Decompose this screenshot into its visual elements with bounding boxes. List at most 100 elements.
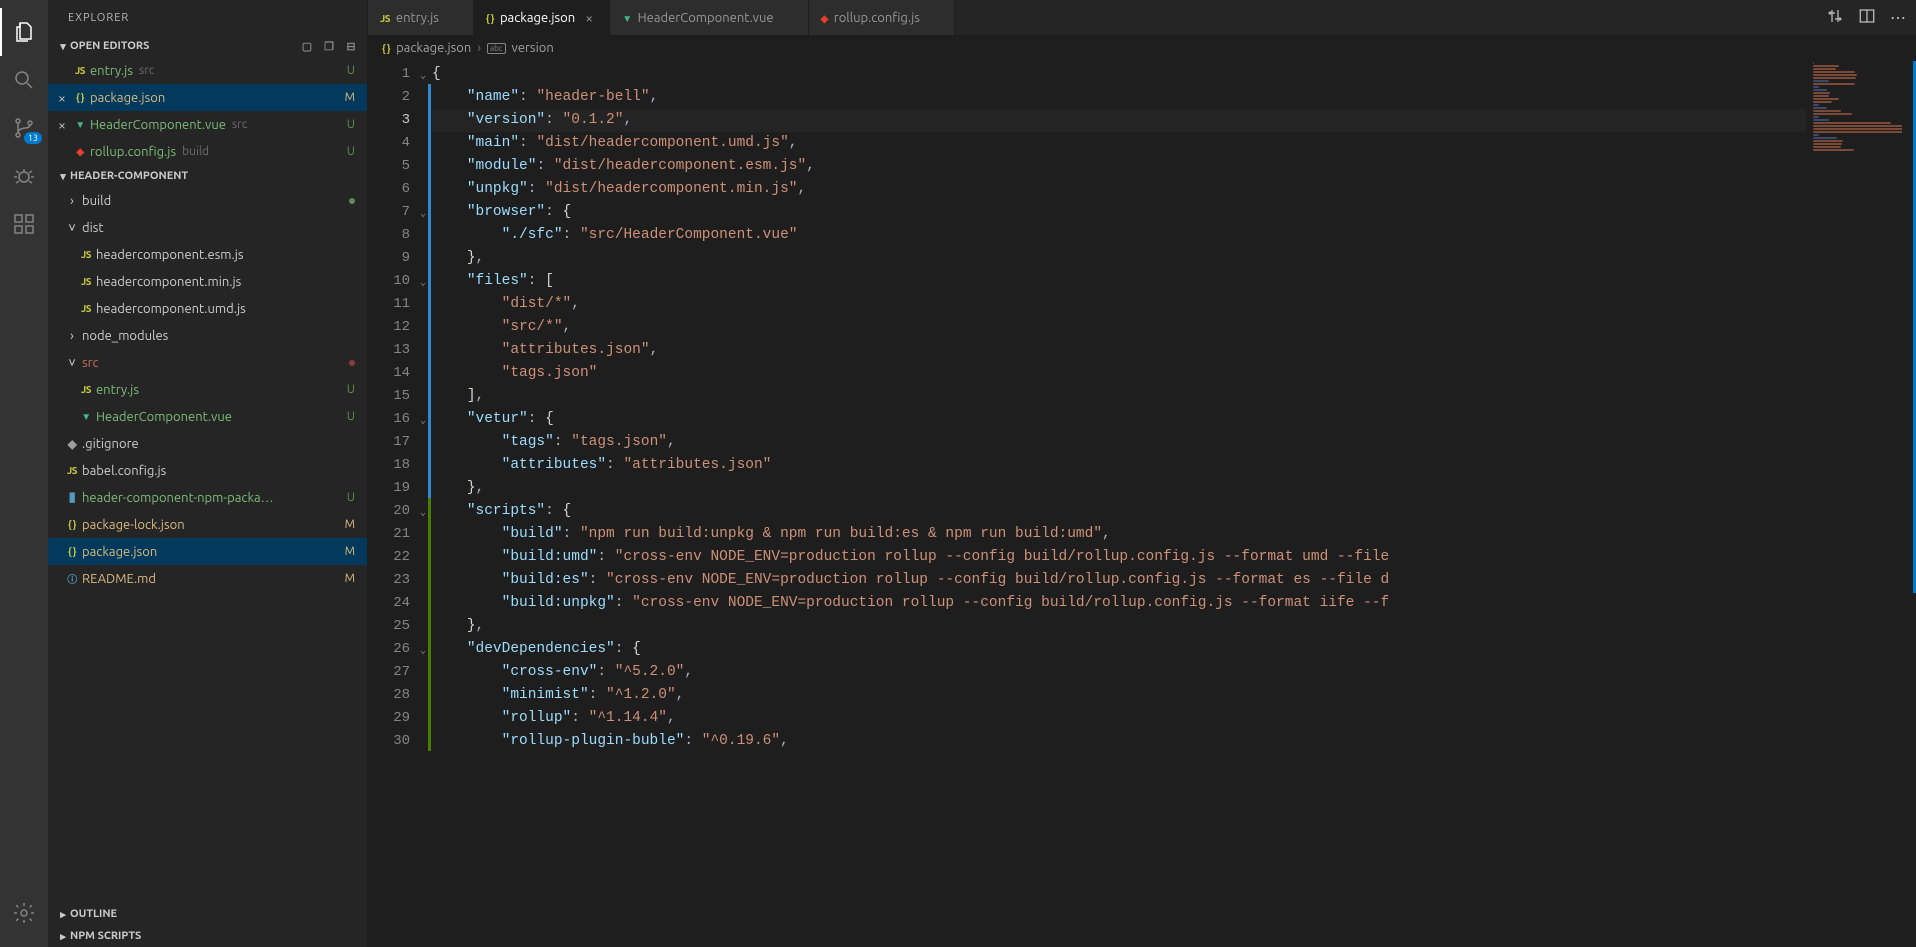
code-line[interactable]: "files": [ [432,270,1806,293]
file-item[interactable]: JSentry.jsU [48,376,367,403]
editor-tab[interactable]: JSentry.js [368,0,474,35]
git-status: U [347,383,355,396]
code-line[interactable]: "vetur": { [432,408,1806,431]
code-line[interactable]: }, [432,477,1806,500]
vertical-scrollbar[interactable] [1902,61,1916,947]
section-outline[interactable]: ▸ OUTLINE [48,903,367,925]
folder-item[interactable]: ›node_modules [48,322,367,349]
code-line[interactable]: "minimist": "^1.2.0", [432,684,1806,707]
code-line[interactable]: { [432,63,1806,86]
code-line[interactable]: "tags.json" [432,362,1806,385]
string-symbol-icon: abc [487,43,506,54]
extensions-icon [12,212,36,236]
file-icon: ▮ [62,490,82,505]
file-item[interactable]: ⓘREADME.mdM [48,565,367,592]
code-line[interactable]: "build:umd": "cross-env NODE_ENV=product… [432,546,1806,569]
file-item[interactable]: ▮header-component-npm-packa…U [48,484,367,511]
close-editor-icon[interactable]: × [54,117,70,133]
file-item[interactable]: ▼HeaderComponent.vueU [48,403,367,430]
section-open-editors[interactable]: ▾ OPEN EDITORS ▢ ❐ ⊟ [48,35,367,57]
code-line[interactable]: "./sfc": "src/HeaderComponent.vue" [432,224,1806,247]
fold-icon[interactable]: ⌄ [420,272,426,295]
code-line[interactable]: "cross-env": "^5.2.0", [432,661,1806,684]
code-content[interactable]: { "name": "header-bell", "version": "0.1… [432,61,1806,947]
code-line[interactable]: "devDependencies": { [432,638,1806,661]
breadcrumb[interactable]: { } package.json › abc version [368,35,1916,61]
git-status: U [347,118,355,131]
file-item[interactable]: JSheadercomponent.umd.js [48,295,367,322]
open-editor-item[interactable]: ×▼HeaderComponent.vuesrcU [48,111,367,138]
activity-extensions[interactable] [0,200,48,248]
minimap[interactable] [1806,61,1902,947]
code-line[interactable]: "browser": { [432,201,1806,224]
activity-scm[interactable]: 13 [0,104,48,152]
fold-icon[interactable]: ⌄ [420,65,426,88]
chevron-down-icon: ▾ [56,170,70,183]
file-item[interactable]: JSbabel.config.js [48,457,367,484]
code-line[interactable]: "build": "npm run build:unpkg & npm run … [432,523,1806,546]
gear-icon [12,901,36,925]
fold-icon[interactable]: ⌄ [420,203,426,226]
code-line[interactable]: "build:es": "cross-env NODE_ENV=producti… [432,569,1806,592]
code-line[interactable]: ], [432,385,1806,408]
file-label: header-component-npm-packa… [82,491,274,505]
file-label: dist [82,221,104,235]
fold-icon[interactable]: ⌄ [420,502,426,525]
save-all-icon[interactable]: ❐ [321,38,337,54]
close-tab-icon[interactable]: × [581,10,597,26]
compare-changes-icon[interactable] [1826,7,1844,28]
close-all-icon[interactable]: ⊟ [343,38,359,54]
new-untitled-icon[interactable]: ▢ [299,38,315,54]
file-item[interactable]: ◆.gitignore [48,430,367,457]
code-line[interactable]: "attributes.json", [432,339,1806,362]
code-line[interactable]: }, [432,247,1806,270]
code-line[interactable]: "name": "header-bell", [432,86,1806,109]
fold-icon[interactable]: ⌄ [420,640,426,663]
section-npm-scripts[interactable]: ▸ NPM SCRIPTS [48,925,367,947]
editor-tab[interactable]: { }package.json× [474,0,610,35]
code-line[interactable]: "attributes": "attributes.json" [432,454,1806,477]
code-line[interactable]: "module": "dist/headercomponent.esm.js", [432,155,1806,178]
file-item[interactable]: JSheadercomponent.min.js [48,268,367,295]
breadcrumb-file: package.json [396,41,471,55]
split-editor-icon[interactable] [1858,7,1876,28]
tab-label: HeaderComponent.vue [638,11,774,25]
editor-tab[interactable]: ◆rollup.config.js [809,0,955,35]
open-editor-item[interactable]: ×{ }package.jsonM [48,84,367,111]
folder-item[interactable]: ˅dist [48,214,367,241]
activity-settings[interactable] [0,889,48,937]
code-line[interactable]: "src/*", [432,316,1806,339]
close-editor-icon[interactable]: × [54,90,70,106]
code-line[interactable]: }, [432,615,1806,638]
code-line[interactable]: "dist/*", [432,293,1806,316]
open-editor-item[interactable]: JSentry.jssrcU [48,57,367,84]
code-line[interactable]: "rollup-plugin-buble": "^0.19.6", [432,730,1806,753]
file-label: headercomponent.min.js [96,275,241,289]
code-line[interactable]: "tags": "tags.json", [432,431,1806,454]
code-line[interactable]: "version": "0.1.2", [432,109,1806,132]
section-project[interactable]: ▾ HEADER-COMPONENT [48,165,367,187]
activity-debug[interactable] [0,152,48,200]
file-item[interactable]: JSheadercomponent.esm.js [48,241,367,268]
code-line[interactable]: "main": "dist/headercomponent.umd.js", [432,132,1806,155]
more-actions-icon[interactable]: ⋯ [1890,8,1906,27]
editor-tab[interactable]: ▼HeaderComponent.vue [610,0,808,35]
code-line[interactable]: "unpkg": "dist/headercomponent.min.js", [432,178,1806,201]
code-line[interactable]: "build:unpkg": "cross-env NODE_ENV=produ… [432,592,1806,615]
code-editor[interactable]: 1⌄234567⌄8910⌄111213141516⌄17181920⌄2122… [368,61,1916,947]
fold-icon[interactable]: ⌄ [420,410,426,433]
folder-item[interactable]: ˅src [48,349,367,376]
file-label: package.json [90,91,165,105]
file-label: headercomponent.esm.js [96,248,244,262]
code-line[interactable]: "rollup": "^1.14.4", [432,707,1806,730]
section-label: NPM SCRIPTS [70,930,141,942]
file-item[interactable]: { }package-lock.jsonM [48,511,367,538]
folder-item[interactable]: ›build [48,187,367,214]
file-item[interactable]: { }package.jsonM [48,538,367,565]
open-editor-item[interactable]: ◆rollup.config.jsbuildU [48,138,367,165]
code-line[interactable]: "scripts": { [432,500,1806,523]
git-status: U [347,145,355,158]
chevron-right-icon: ▸ [56,908,70,921]
activity-explorer[interactable] [0,8,48,56]
activity-search[interactable] [0,56,48,104]
